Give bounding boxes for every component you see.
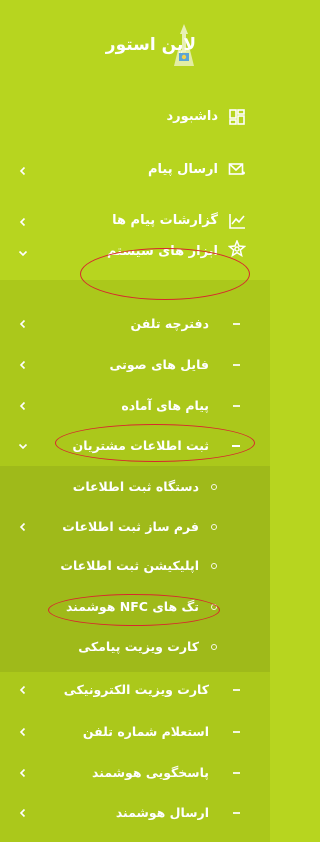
submenu-label: استعلام شماره تلفن (82, 724, 209, 739)
bullet-dash (233, 812, 240, 814)
bullet-dash (233, 731, 240, 733)
submenu-item-smart-send[interactable]: ارسال هوشمند (0, 798, 270, 828)
submenu-label: ارسال هوشمند (115, 805, 209, 820)
submenu-label: پاسخگویی هوشمند (92, 765, 209, 780)
menu-label: گزارشات پیام ها (112, 213, 218, 228)
submenu-item-registration-app[interactable]: اپلیکیشن ثبت اطلاعات (0, 551, 270, 581)
submenu-label: کارت ویزیت پیامکی (78, 639, 199, 654)
menu-item-system-tools[interactable]: ابزار های سیستم (0, 232, 270, 274)
submenu-label: ثبت اطلاعات مشتریان (72, 438, 209, 453)
tools-icon (228, 240, 246, 258)
chevron-left-icon (19, 727, 26, 737)
submenu-item-ready-messages[interactable]: پیام های آماده (0, 391, 270, 421)
dashboard-icon (229, 109, 245, 125)
menu-item-dashboard[interactable]: داشبورد (0, 100, 270, 134)
chevron-left-icon (19, 768, 26, 778)
submenu-label: فایل های صوتی (109, 357, 209, 372)
chevron-left-icon (19, 808, 26, 818)
submenu-label: دستگاه ثبت اطلاعات (72, 479, 199, 494)
brand-logo[interactable]: لاین استور (0, 22, 270, 72)
submenu-item-sms-card[interactable]: کارت ویزیت پیامکی (0, 632, 270, 662)
chevron-left-icon (19, 360, 26, 370)
bullet-dash (233, 689, 240, 691)
bullet-dash (233, 364, 240, 366)
menu-label: ارسال پیام (147, 162, 218, 177)
submenu-item-smart-responder[interactable]: پاسخگویی هوشمند (0, 758, 270, 788)
chevron-left-icon (19, 166, 26, 176)
submenu-label: تگ های NFC هوشمند (65, 599, 199, 614)
submenu-label: اپلیکیشن ثبت اطلاعات (60, 558, 199, 573)
submenu-label: کارت ویزیت الکترونیکی (63, 682, 209, 697)
bullet-circle (211, 644, 217, 650)
chevron-left-icon (19, 217, 26, 227)
bullet-circle (211, 484, 217, 490)
chart-icon (229, 214, 245, 229)
menu-label: داشبورد (166, 109, 218, 124)
chevron-left-icon (19, 685, 26, 695)
bullet-circle (211, 524, 217, 530)
bullet-dash (233, 323, 240, 325)
submenu-label: دفترچه تلفن (130, 316, 209, 331)
bullet-circle (211, 563, 217, 569)
send-message-icon (228, 163, 245, 175)
brand-name: لاین استور (105, 35, 196, 55)
submenu-item-customer-registration[interactable]: ثبت اطلاعات مشتریان (0, 431, 270, 461)
bullet-dash (233, 405, 240, 407)
sidebar: لاین استور داشبورد ارسال پیام گزارشات پی… (0, 0, 270, 842)
submenu-item-nfc-tags[interactable]: تگ های NFC هوشمند (0, 592, 270, 622)
chevron-left-icon (19, 522, 26, 532)
bullet-dash (233, 772, 240, 774)
submenu-item-form-builder[interactable]: فرم ساز ثبت اطلاعات (0, 512, 270, 542)
submenu-item-e-business-card[interactable]: کارت ویزیت الکترونیکی (0, 675, 270, 705)
menu-item-send-message[interactable]: ارسال پیام (0, 154, 270, 188)
chevron-left-icon (19, 319, 26, 329)
chevron-left-icon (19, 401, 26, 411)
chevron-down-icon (18, 250, 28, 257)
submenu-item-registration-device[interactable]: دستگاه ثبت اطلاعات (0, 472, 270, 502)
submenu-item-voice-files[interactable]: فایل های صوتی (0, 350, 270, 380)
bullet-circle (211, 604, 217, 610)
submenu-item-phonebook[interactable]: دفترچه تلفن (0, 309, 270, 339)
submenu-label: فرم ساز ثبت اطلاعات (62, 519, 199, 534)
submenu-item-phone-lookup[interactable]: استعلام شماره تلفن (0, 717, 270, 747)
bullet-dash (232, 445, 240, 447)
submenu-label: پیام های آماده (121, 398, 209, 413)
menu-label: ابزار های سیستم (106, 244, 218, 259)
chevron-down-icon (18, 443, 28, 450)
